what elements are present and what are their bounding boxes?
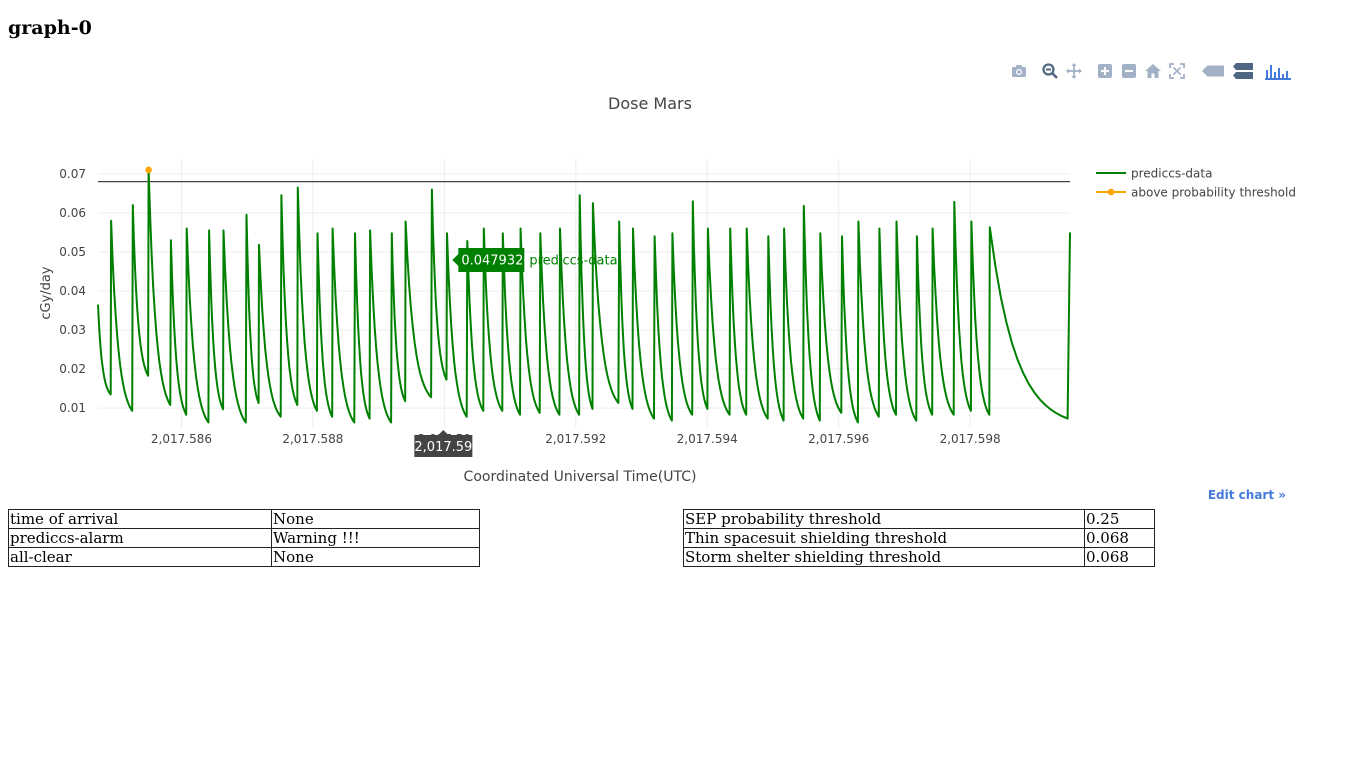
hover-x-text: 2,017.59 (414, 440, 472, 455)
legend-item-above-threshold[interactable]: above probability threshold (1096, 186, 1296, 200)
x-tick-label: 2,017.596 (808, 432, 869, 446)
table-row: prediccs-alarm Warning !!! (8, 528, 480, 548)
grid (98, 159, 1070, 428)
hover-closest-icon[interactable] (1202, 61, 1224, 81)
y-tick-label: 0.06 (59, 206, 86, 220)
pan-icon[interactable] (1063, 61, 1085, 81)
table-row: time of arrival None (8, 509, 480, 529)
zoom-in-icon[interactable] (1094, 61, 1116, 81)
table-row: Thin spacesuit shielding threshold 0.068 (683, 528, 1155, 548)
y-axis-label: cGy/day (39, 266, 54, 320)
table-row: SEP probability threshold 0.25 (683, 509, 1155, 529)
status-value: Warning !!! (271, 528, 480, 548)
y-tick-label: 0.03 (59, 323, 86, 337)
plotly-logo-icon[interactable] (1264, 61, 1292, 81)
threshold-value: 0.068 (1084, 547, 1155, 567)
table-row: Storm shelter shielding threshold 0.068 (683, 547, 1155, 567)
x-axis-label: Coordinated Universal Time(UTC) (464, 469, 697, 485)
status-table: time of arrival None prediccs-alarm Warn… (8, 509, 480, 567)
status-key: prediccs-alarm (8, 528, 272, 548)
x-tick-labels: 2,017.5862,017.5882,017.592,017.5922,017… (151, 432, 1001, 446)
hover-compare-icon[interactable] (1232, 61, 1254, 81)
legend: prediccs-data above probability threshol… (1096, 167, 1296, 200)
y-tick-label: 0.01 (59, 401, 86, 415)
series-line-prediccs-data[interactable] (97, 168, 1071, 424)
legend-label-prediccs-data: prediccs-data (1131, 167, 1212, 181)
zoom-icon[interactable] (1039, 61, 1061, 81)
camera-icon[interactable] (1008, 61, 1030, 81)
zoom-out-icon[interactable] (1118, 61, 1140, 81)
status-key: all-clear (8, 547, 272, 567)
threshold-key: Storm shelter shielding threshold (683, 547, 1085, 567)
chart: 2,017.586 2,017.588 2,017.59 2,017.592 2,017… (39, 94, 1296, 485)
y-tick-label: 0.07 (59, 167, 86, 181)
status-value: None (271, 547, 480, 567)
chart-title: Dose Mars (608, 94, 692, 113)
table-row: all-clear None (8, 547, 480, 567)
y-tick-label: 0.02 (59, 362, 86, 376)
autoscale-icon[interactable] (1166, 61, 1188, 81)
y-tick-labels: 0.01 0.02 0.03 0.04 0.05 0.06 0.07 (59, 167, 86, 415)
x-tick-label: 2,017.588 (282, 432, 343, 446)
hover-series-text: prediccs-data (529, 253, 617, 268)
x-tick-label: 2,017.592 (545, 432, 606, 446)
threshold-table: SEP probability threshold 0.25 Thin spac… (683, 509, 1155, 567)
threshold-value: 0.068 (1084, 528, 1155, 548)
legend-label-above-threshold: above probability threshold (1131, 186, 1296, 200)
y-tick-label: 0.05 (59, 245, 86, 259)
page-heading: graph-0 (8, 17, 92, 39)
hover-value-text: 0.0479326 (461, 253, 531, 268)
threshold-key: Thin spacesuit shielding threshold (683, 528, 1085, 548)
y-tick-label: 0.04 (59, 284, 86, 298)
x-tick-label: 2,017.594 (677, 432, 738, 446)
status-value: None (271, 509, 480, 529)
status-key: time of arrival (8, 509, 272, 529)
point-above-threshold[interactable] (145, 166, 152, 174)
legend-item-prediccs-data[interactable]: prediccs-data (1096, 167, 1212, 181)
home-icon[interactable] (1142, 61, 1164, 81)
threshold-value: 0.25 (1084, 509, 1155, 529)
threshold-key: SEP probability threshold (683, 509, 1085, 529)
x-tick-label: 2,017.598 (940, 432, 1001, 446)
x-tick-label: 2,017.586 (151, 432, 212, 446)
edit-chart-link[interactable]: Edit chart » (1208, 488, 1286, 502)
